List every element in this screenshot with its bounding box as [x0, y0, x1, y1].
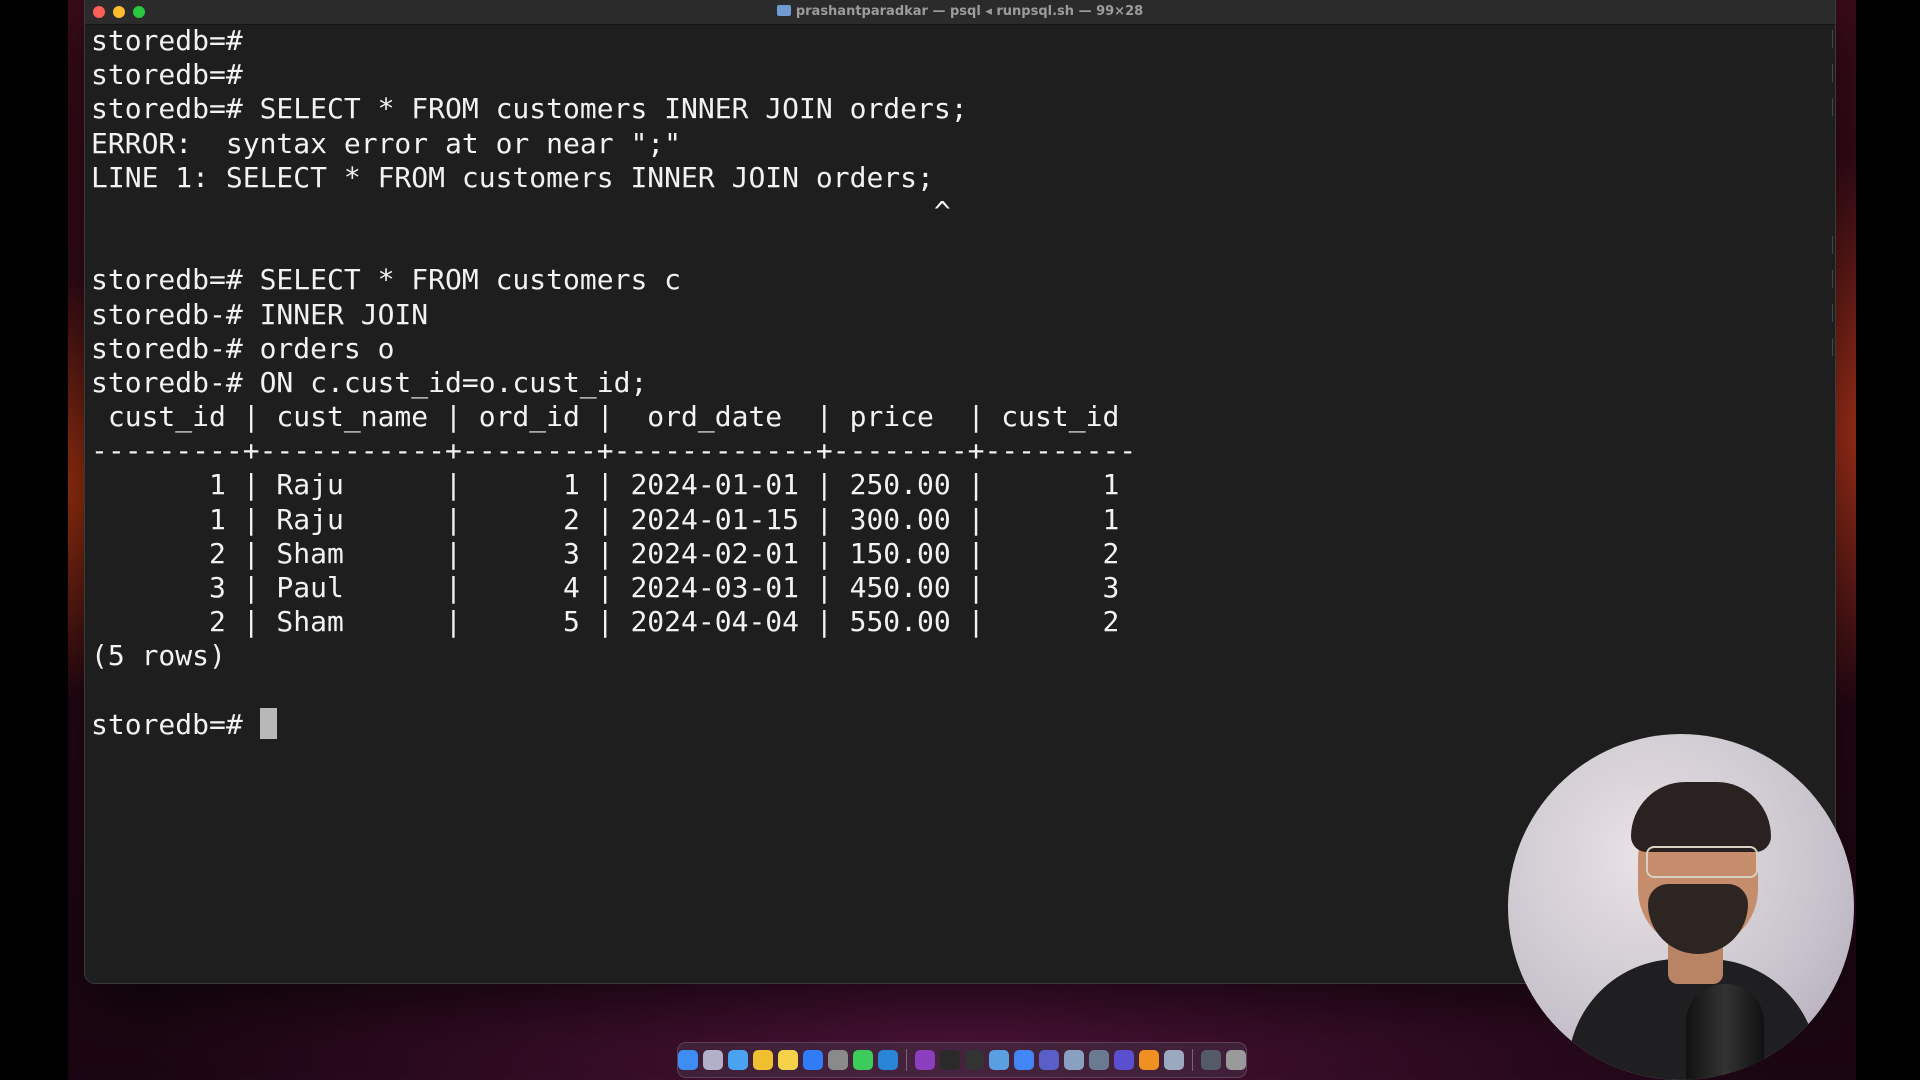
- teams-icon[interactable]: [1039, 1050, 1060, 1070]
- elephant-icon[interactable]: [1064, 1050, 1085, 1070]
- scroll-mark: [1832, 64, 1833, 82]
- webcam-overlay: [1508, 734, 1854, 1080]
- title-bar[interactable]: prashantparadkar — psql ◂ runpsql.sh — 9…: [85, 0, 1835, 25]
- terminal-line: storedb=# SELECT * FROM customers INNER …: [91, 92, 968, 126]
- scroll-mark: [1832, 270, 1833, 288]
- terminal-line: storedb=# SELECT * FROM customers c: [91, 263, 682, 297]
- text-cursor: [259, 707, 277, 739]
- terminal-line: ERROR: syntax error at or near ";": [91, 126, 682, 160]
- terminal-line: cust_id | cust_name | ord_id | ord_date …: [91, 400, 1120, 434]
- scroll-mark: [1832, 304, 1833, 322]
- vscode-icon[interactable]: [877, 1050, 898, 1070]
- notes-icon[interactable]: [777, 1050, 798, 1070]
- terminal-line: storedb=#: [91, 58, 243, 92]
- sublime-icon[interactable]: [1139, 1050, 1160, 1070]
- finder-icon[interactable]: [678, 1050, 698, 1070]
- preview-icon[interactable]: [989, 1050, 1010, 1070]
- microphone: [1686, 984, 1764, 1080]
- terminal-line: ^: [91, 194, 951, 228]
- chrome-icon[interactable]: [752, 1050, 773, 1070]
- terminal-2-icon[interactable]: [964, 1050, 985, 1070]
- terminal-line: storedb-# orders o: [91, 331, 395, 365]
- dock[interactable]: [677, 1042, 1247, 1078]
- left-letterbox: [0, 0, 68, 1080]
- app-store-icon[interactable]: [802, 1050, 823, 1070]
- prompt-line[interactable]: storedb=#: [91, 707, 1835, 742]
- person-beard: [1648, 884, 1748, 954]
- glasses: [1646, 846, 1758, 878]
- terminal-lines: storedb=# storedb=# storedb=# SELECT * FRO…: [91, 24, 1835, 708]
- terminal-icon[interactable]: [939, 1050, 960, 1070]
- onenote-icon[interactable]: [914, 1050, 935, 1070]
- prompt: storedb=#: [91, 707, 260, 741]
- terminal-line: storedb=#: [91, 24, 243, 57]
- terminal-line: 3 | Paul | 4 | 2024-03-01 | 450.00 | 3: [91, 571, 1120, 604]
- window-title-wrap: prashantparadkar — psql ◂ runpsql.sh — 9…: [85, 4, 1835, 19]
- dock-separator: [905, 1049, 907, 1071]
- screen-icon[interactable]: [1089, 1050, 1110, 1070]
- terminal-line: storedb-# INNER JOIN: [91, 297, 429, 331]
- person-hair: [1631, 782, 1771, 852]
- dock-separator: [1192, 1049, 1194, 1071]
- google-icon[interactable]: [1014, 1050, 1035, 1070]
- pgadmin-icon[interactable]: [1164, 1050, 1185, 1070]
- terminal-line: (5 rows): [91, 639, 226, 673]
- terminal-line: storedb-# ON c.cust_id=o.cust_id;: [91, 365, 648, 399]
- terminal-line: 1 | Raju | 1 | 2024-01-01 | 250.00 | 1: [91, 468, 1120, 502]
- settings-icon[interactable]: [827, 1050, 848, 1070]
- messages-icon[interactable]: [852, 1050, 873, 1070]
- terminal-line: 2 | Sham | 5 | 2024-04-04 | 550.00 | 2: [91, 605, 1120, 639]
- keyboard-icon[interactable]: [1201, 1050, 1222, 1070]
- scroll-mark: [1832, 30, 1833, 48]
- window-title: prashantparadkar — psql ◂ runpsql.sh — 9…: [795, 4, 1144, 19]
- terminal-line: 2 | Sham | 3 | 2024-02-01 | 150.00 | 2: [91, 536, 1120, 570]
- right-letterbox: [1856, 0, 1920, 1080]
- launchpad-icon[interactable]: [702, 1050, 723, 1070]
- scroll-mark: [1832, 236, 1833, 254]
- trash-icon[interactable]: [1226, 1050, 1246, 1070]
- terminal-line: 1 | Raju | 2 | 2024-01-15 | 300.00 | 1: [91, 502, 1120, 536]
- scroll-mark: [1832, 338, 1833, 356]
- star-icon[interactable]: [1114, 1050, 1135, 1070]
- terminal-line: LINE 1: SELECT * FROM customers INNER JO…: [91, 160, 934, 194]
- terminal-line: ---------+-----------+--------+---------…: [91, 434, 1137, 468]
- folder-icon: [776, 5, 791, 16]
- safari-icon[interactable]: [727, 1050, 748, 1070]
- scroll-mark: [1832, 98, 1833, 116]
